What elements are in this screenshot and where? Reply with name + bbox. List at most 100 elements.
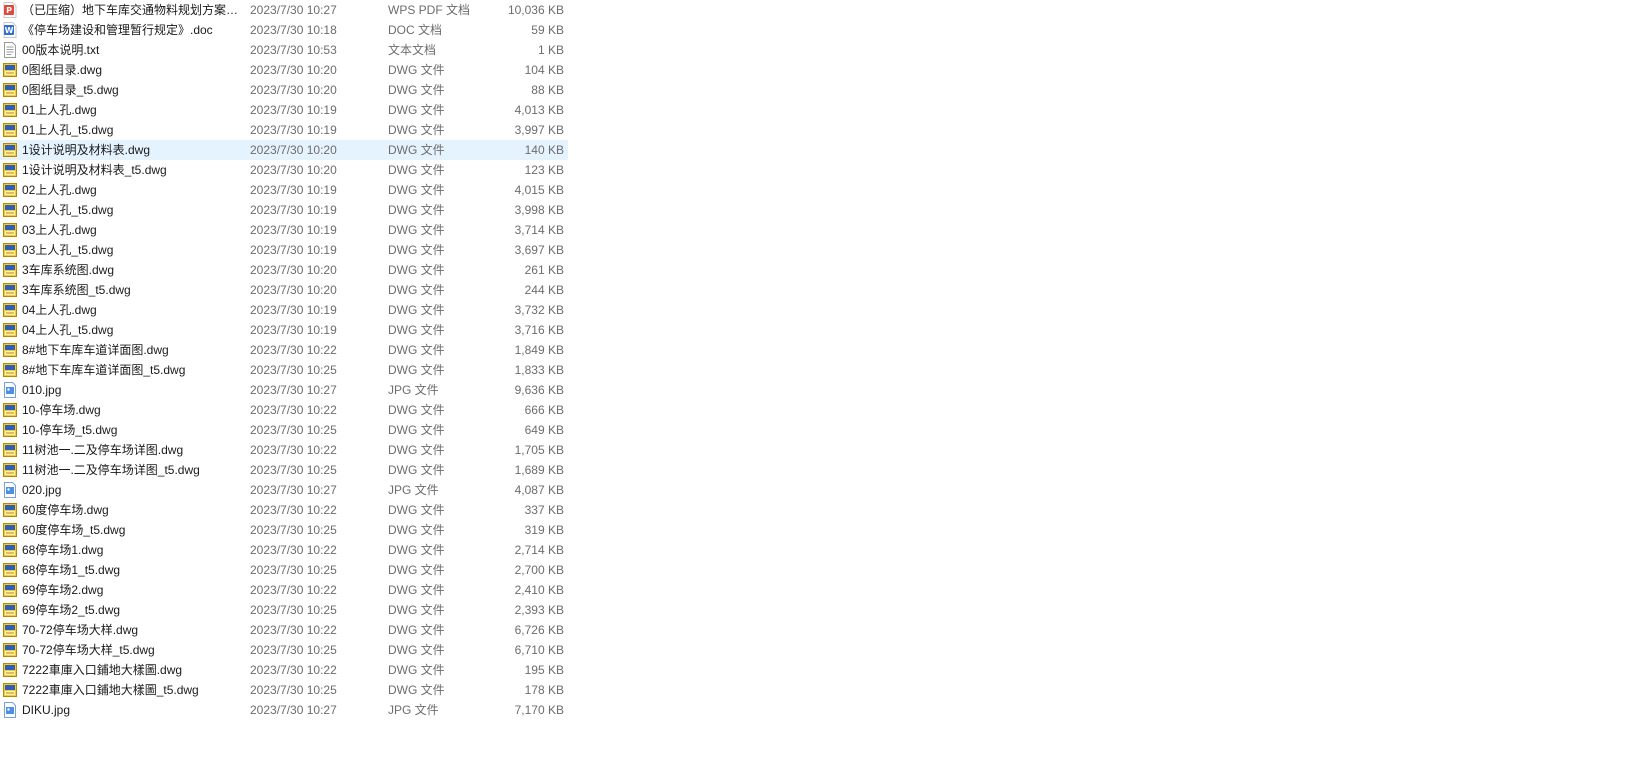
file-date: 2023/7/30 10:25	[250, 563, 337, 577]
dwg-file-icon	[3, 142, 17, 158]
image-file-icon	[3, 382, 17, 398]
file-row[interactable]: 60度停车场.dwg 2023/7/30 10:22 DWG 文件 337 KB	[0, 500, 568, 520]
file-size: 10,036 KB	[507, 3, 564, 17]
file-row[interactable]: 68停车场1_t5.dwg 2023/7/30 10:25 DWG 文件 2,7…	[0, 560, 568, 580]
file-size: 140 KB	[524, 143, 564, 157]
file-row[interactable]: 11树池一.二及停车场详图_t5.dwg 2023/7/30 10:25 DWG…	[0, 460, 568, 480]
file-row[interactable]: 01上人孔_t5.dwg 2023/7/30 10:19 DWG 文件 3,99…	[0, 120, 568, 140]
word-file-icon: W	[3, 22, 17, 38]
file-name: 11树池一.二及停车场详图_t5.dwg	[22, 463, 200, 477]
file-row[interactable]: 69停车场2_t5.dwg 2023/7/30 10:25 DWG 文件 2,3…	[0, 600, 568, 620]
file-row[interactable]: 7222車庫入口鋪地大樣圖.dwg 2023/7/30 10:22 DWG 文件…	[0, 660, 568, 680]
file-name: 01上人孔_t5.dwg	[22, 123, 114, 137]
file-date: 2023/7/30 10:25	[250, 603, 337, 617]
dwg-file-icon	[3, 542, 17, 558]
dwg-file-icon	[3, 502, 17, 518]
file-size: 244 KB	[524, 283, 564, 297]
file-size: 2,714 KB	[514, 543, 564, 557]
file-date: 2023/7/30 10:22	[250, 663, 337, 677]
file-row[interactable]: 01上人孔.dwg 2023/7/30 10:19 DWG 文件 4,013 K…	[0, 100, 568, 120]
file-name: 60度停车场_t5.dwg	[22, 523, 126, 537]
dwg-file-icon	[3, 62, 17, 78]
file-row[interactable]: 70-72停车场大样.dwg 2023/7/30 10:22 DWG 文件 6,…	[0, 620, 568, 640]
file-type: DWG 文件	[388, 583, 445, 597]
file-row[interactable]: 02上人孔_t5.dwg 2023/7/30 10:19 DWG 文件 3,99…	[0, 200, 568, 220]
file-date: 2023/7/30 10:20	[250, 163, 337, 177]
file-row[interactable]: W 《停车场建设和管理暂行规定》.doc 2023/7/30 10:18 DOC…	[0, 20, 568, 40]
file-date: 2023/7/30 10:22	[250, 503, 337, 517]
image-file-icon	[3, 482, 17, 498]
file-row[interactable]: 7222車庫入口鋪地大樣圖_t5.dwg 2023/7/30 10:25 DWG…	[0, 680, 568, 700]
file-type: DWG 文件	[388, 83, 445, 97]
dwg-file-icon	[3, 442, 17, 458]
file-type: DWG 文件	[388, 623, 445, 637]
file-size: 4,015 KB	[514, 183, 564, 197]
file-row[interactable]: 8#地下车库车道详面图.dwg 2023/7/30 10:22 DWG 文件 1…	[0, 340, 568, 360]
file-type: DWG 文件	[388, 243, 445, 257]
file-row[interactable]: DIKU.jpg 2023/7/30 10:27 JPG 文件 7,170 KB	[0, 700, 568, 720]
file-row[interactable]: 70-72停车场大样_t5.dwg 2023/7/30 10:25 DWG 文件…	[0, 640, 568, 660]
file-type: DWG 文件	[388, 523, 445, 537]
file-row[interactable]: 020.jpg 2023/7/30 10:27 JPG 文件 4,087 KB	[0, 480, 568, 500]
file-row[interactable]: 04上人孔_t5.dwg 2023/7/30 10:19 DWG 文件 3,71…	[0, 320, 568, 340]
file-row[interactable]: 10-停车场_t5.dwg 2023/7/30 10:25 DWG 文件 649…	[0, 420, 568, 440]
file-size: 3,732 KB	[514, 303, 564, 317]
file-row[interactable]: 010.jpg 2023/7/30 10:27 JPG 文件 9,636 KB	[0, 380, 568, 400]
file-size: 7,170 KB	[514, 703, 564, 717]
file-type: DWG 文件	[388, 463, 445, 477]
file-date: 2023/7/30 10:25	[250, 363, 337, 377]
file-type: DWG 文件	[388, 103, 445, 117]
file-row[interactable]: 11树池一.二及停车场详图.dwg 2023/7/30 10:22 DWG 文件…	[0, 440, 568, 460]
file-type: DWG 文件	[388, 603, 445, 617]
file-row[interactable]: 1设计说明及材料表_t5.dwg 2023/7/30 10:20 DWG 文件 …	[0, 160, 568, 180]
file-date: 2023/7/30 10:53	[250, 43, 337, 57]
dwg-file-icon	[3, 402, 17, 418]
file-name: 8#地下车库车道详面图.dwg	[22, 343, 169, 357]
file-size: 4,087 KB	[514, 483, 564, 497]
dwg-file-icon	[3, 562, 17, 578]
file-row[interactable]: 60度停车场_t5.dwg 2023/7/30 10:25 DWG 文件 319…	[0, 520, 568, 540]
file-row[interactable]: 04上人孔.dwg 2023/7/30 10:19 DWG 文件 3,732 K…	[0, 300, 568, 320]
file-date: 2023/7/30 10:19	[250, 323, 337, 337]
file-row[interactable]: 0图纸目录.dwg 2023/7/30 10:20 DWG 文件 104 KB	[0, 60, 568, 80]
file-name: 70-72停车场大样_t5.dwg	[22, 643, 155, 657]
dwg-file-icon	[3, 122, 17, 138]
file-size: 1,689 KB	[514, 463, 564, 477]
file-row[interactable]: 3车库系统图_t5.dwg 2023/7/30 10:20 DWG 文件 244…	[0, 280, 568, 300]
file-name: 04上人孔.dwg	[22, 303, 97, 317]
file-name: 69停车场2.dwg	[22, 583, 104, 597]
file-row[interactable]: 1设计说明及材料表.dwg 2023/7/30 10:20 DWG 文件 140…	[0, 140, 568, 160]
file-size: 261 KB	[524, 263, 564, 277]
file-size: 3,716 KB	[514, 323, 564, 337]
file-type: DWG 文件	[388, 163, 445, 177]
file-date: 2023/7/30 10:19	[250, 223, 337, 237]
file-type: DWG 文件	[388, 543, 445, 557]
file-row[interactable]: 03上人孔.dwg 2023/7/30 10:19 DWG 文件 3,714 K…	[0, 220, 568, 240]
file-row[interactable]: 02上人孔.dwg 2023/7/30 10:19 DWG 文件 4,015 K…	[0, 180, 568, 200]
file-size: 104 KB	[524, 63, 564, 77]
dwg-file-icon	[3, 262, 17, 278]
file-size: 178 KB	[524, 683, 564, 697]
file-name: 03上人孔.dwg	[22, 223, 97, 237]
file-date: 2023/7/30 10:25	[250, 683, 337, 697]
file-row[interactable]: 0图纸目录_t5.dwg 2023/7/30 10:20 DWG 文件 88 K…	[0, 80, 568, 100]
file-date: 2023/7/30 10:19	[250, 303, 337, 317]
file-name: 7222車庫入口鋪地大樣圖.dwg	[22, 663, 183, 677]
file-name: 010.jpg	[22, 383, 62, 397]
file-row[interactable]: 3车库系统图.dwg 2023/7/30 10:20 DWG 文件 261 KB	[0, 260, 568, 280]
file-name: 8#地下车库车道详面图_t5.dwg	[22, 363, 186, 377]
file-row[interactable]: 00版本说明.txt 2023/7/30 10:53 文本文档 1 KB	[0, 40, 568, 60]
dwg-file-icon	[3, 422, 17, 438]
file-type: DWG 文件	[388, 343, 445, 357]
file-size: 3,697 KB	[514, 243, 564, 257]
file-row[interactable]: 03上人孔_t5.dwg 2023/7/30 10:19 DWG 文件 3,69…	[0, 240, 568, 260]
file-date: 2023/7/30 10:19	[250, 243, 337, 257]
file-row[interactable]: 8#地下车库车道详面图_t5.dwg 2023/7/30 10:25 DWG 文…	[0, 360, 568, 380]
file-size: 337 KB	[524, 503, 564, 517]
file-row[interactable]: P （已压缩）地下车库交通物料规划方案 - ... 2023/7/30 10:2…	[0, 0, 568, 20]
file-row[interactable]: 69停车场2.dwg 2023/7/30 10:22 DWG 文件 2,410 …	[0, 580, 568, 600]
file-date: 2023/7/30 10:22	[250, 343, 337, 357]
file-row[interactable]: 68停车场1.dwg 2023/7/30 10:22 DWG 文件 2,714 …	[0, 540, 568, 560]
file-type: JPG 文件	[388, 483, 439, 497]
file-row[interactable]: 10-停车场.dwg 2023/7/30 10:22 DWG 文件 666 KB	[0, 400, 568, 420]
